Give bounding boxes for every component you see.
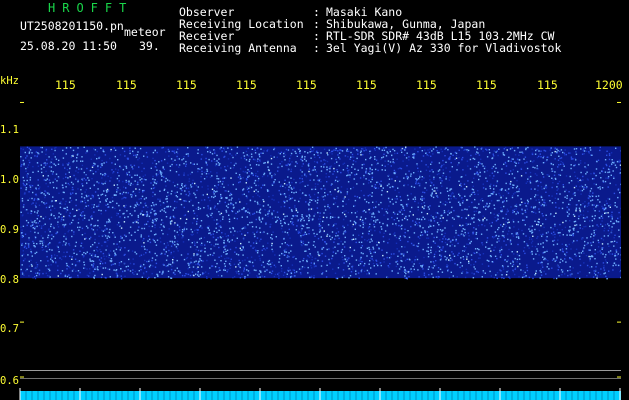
file-name: UT2508201150.pn [20, 19, 124, 33]
app-title: HROFFT [48, 1, 134, 15]
antenna-label: Receiving Antenna [179, 41, 297, 55]
reference-line-lower [20, 378, 621, 379]
antenna-sep: : [313, 41, 320, 55]
y-tick-label: 1.1 [0, 124, 19, 136]
reference-line [20, 370, 621, 371]
y-unit-label: kHz [0, 75, 19, 87]
y-tick-label: 0.9 [0, 224, 19, 236]
antenna-value: 3el Yagi(V) Az 330 for Vladivostok [326, 41, 562, 55]
spectrogram-canvas [20, 101, 621, 378]
noise-band [20, 146, 621, 279]
mode-label: meteor [124, 25, 166, 39]
hrofft-window: HROFFT UT2508201150.pn meteor 25.08.20 1… [0, 0, 629, 400]
y-tick-label: 0.8 [0, 274, 19, 286]
y-tick-label: 1.0 [0, 174, 19, 186]
y-tick-label: 0.7 [0, 323, 19, 335]
date-time: 25.08.20 11:50 [20, 39, 117, 53]
count-label: 39. [139, 39, 160, 53]
time-ruler [19, 388, 621, 400]
spectrogram-panel [20, 75, 621, 388]
y-tick-label: 0.6 [0, 375, 19, 387]
